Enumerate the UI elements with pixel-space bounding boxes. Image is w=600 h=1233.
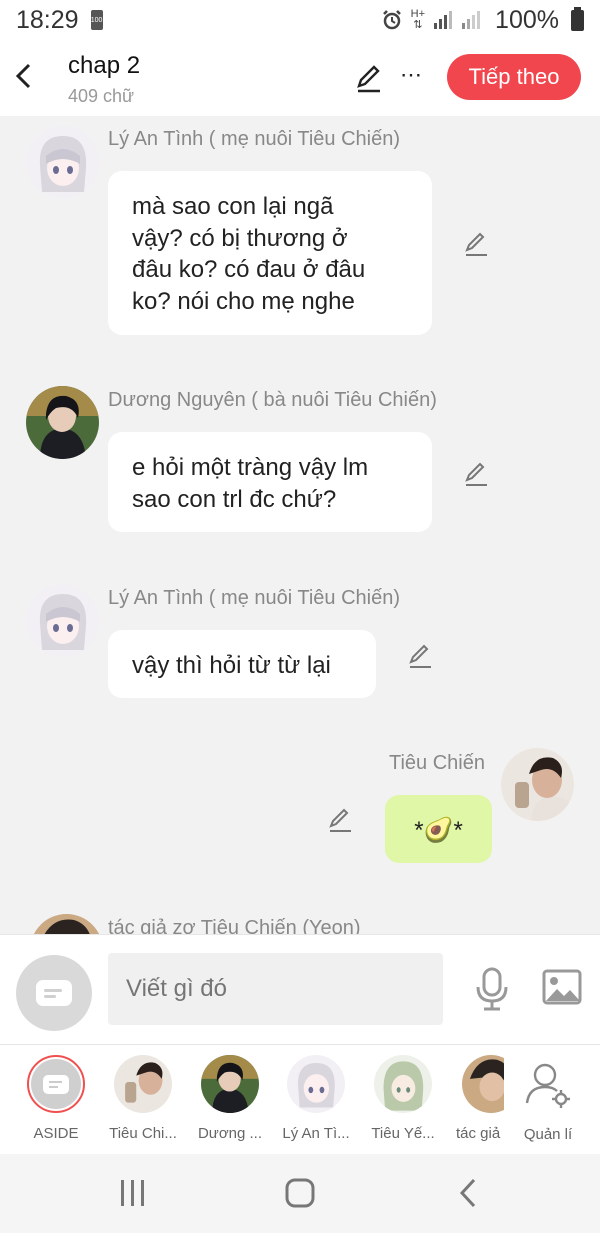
character-item[interactable]: Tiêu Chi... <box>103 1055 183 1142</box>
status-right: H+ ⇅ 100% <box>381 6 584 35</box>
pencil-icon <box>409 644 431 668</box>
word-count: 409 chữ <box>68 86 135 106</box>
pencil-icon <box>465 232 487 256</box>
recent-apps-button[interactable] <box>120 1178 146 1208</box>
message-line: vậy thì hỏi từ từ lại <box>132 652 331 679</box>
character-item[interactable]: Dương ... <box>190 1055 270 1142</box>
message-line: đâu ko? có đau ở đâu <box>132 256 366 283</box>
signal-icon <box>434 11 453 29</box>
character-label: Tiêu Yế... <box>371 1125 435 1142</box>
composer <box>0 934 600 1044</box>
message-input[interactable] <box>108 953 443 1025</box>
message-line: mà sao con lại ngã <box>132 193 334 220</box>
edit-message-button[interactable] <box>326 806 354 834</box>
avatar[interactable] <box>26 584 99 657</box>
recent-apps-icon <box>121 1180 144 1206</box>
man-photo-avatar-icon <box>501 748 574 821</box>
avatar[interactable] <box>26 386 99 459</box>
edit-message-button[interactable] <box>462 460 490 488</box>
anime-girl-avatar-icon <box>26 126 99 199</box>
message-bubble[interactable]: e hỏi một tràng vậy lm sao con trl đc ch… <box>108 432 432 532</box>
character-aside[interactable]: ASIDE <box>16 1055 96 1142</box>
alarm-icon <box>382 10 401 30</box>
home-button[interactable] <box>285 1178 315 1208</box>
message-bubble[interactable]: vậy thì hỏi từ từ lại <box>108 630 376 698</box>
message-bubble[interactable]: *🥑* <box>385 795 492 863</box>
message-line: e hỏi một tràng vậy lm <box>132 454 369 481</box>
message-author: Tiêu Chiến <box>389 752 485 774</box>
anime-girl-avatar-icon <box>287 1055 345 1113</box>
character-item[interactable]: Lý An Tì... <box>276 1055 356 1142</box>
character-label: Quản lí <box>523 1126 573 1143</box>
chapter-title[interactable]: chap 2 <box>68 52 140 80</box>
pencil-icon <box>465 462 487 486</box>
character-item[interactable]: tác giả <box>448 1055 504 1142</box>
network-type-icon: H+ ⇅ <box>410 8 426 31</box>
dark-hair-man-avatar-icon <box>201 1055 259 1113</box>
character-label: ASIDE <box>33 1125 79 1142</box>
character-label: Lý An Tì... <box>282 1125 350 1142</box>
man-photo-avatar-icon <box>462 1055 504 1113</box>
chat-area[interactable]: Lý An Tình ( mẹ nuôi Tiêu Chiến) mà sao … <box>0 116 600 934</box>
status-time: 18:29 <box>16 5 79 34</box>
message-author: Lý An Tình ( mẹ nuôi Tiêu Chiến) <box>108 128 401 150</box>
anime-girl-avatar-icon <box>26 584 99 657</box>
voice-button[interactable] <box>474 967 510 1011</box>
message-author: tác giả zơ Tiêu Chiến (Yeon) <box>108 917 361 934</box>
system-nav-bar <box>0 1154 600 1233</box>
back-button[interactable] <box>14 62 42 92</box>
character-bar: ASIDE Tiêu Chi... Dương ... Lý An Tì... … <box>0 1044 600 1154</box>
avatar <box>462 1055 504 1113</box>
dark-hair-man-avatar-icon <box>26 386 99 459</box>
message-line: sao con trl đc chứ? <box>132 485 337 513</box>
pencil-icon <box>329 808 351 832</box>
next-button[interactable]: Tiếp theo <box>447 54 581 100</box>
character-label: Dương ... <box>197 1125 263 1142</box>
chevron-left-icon <box>459 1178 476 1208</box>
image-button[interactable] <box>542 969 582 1005</box>
system-back-button[interactable] <box>458 1178 478 1208</box>
message-bubble[interactable]: mà sao con lại ngã vậy? có bị thương ở đ… <box>108 171 432 335</box>
chapter-header: chap 2 409 chữ ⋯ Tiếp theo <box>0 40 600 116</box>
manage-characters-button[interactable]: Quản lí <box>508 1055 588 1143</box>
edit-message-button[interactable] <box>406 642 434 670</box>
avatar[interactable] <box>501 748 574 821</box>
man-photo-avatar-icon <box>30 914 103 934</box>
avatar[interactable] <box>30 914 103 934</box>
avatar <box>287 1055 345 1113</box>
avatar[interactable] <box>26 126 99 199</box>
status-bar: 18:29 100 H+ ⇅ 100% <box>0 0 600 40</box>
message-author: Lý An Tình ( mẹ nuôi Tiêu Chiến) <box>108 587 401 609</box>
image-icon <box>542 969 582 1005</box>
character-item[interactable]: Tiêu Yế... <box>363 1055 443 1142</box>
character-label: tác giả <box>456 1125 501 1142</box>
man-photo-avatar-icon <box>114 1055 172 1113</box>
home-icon <box>285 1178 315 1208</box>
message-line: vậy? có bị thương ở <box>132 224 348 252</box>
avatar <box>114 1055 172 1113</box>
edit-message-button[interactable] <box>462 230 490 258</box>
message-line: ko? nói cho mẹ nghe <box>132 287 355 315</box>
user-settings-icon <box>525 1063 570 1108</box>
aside-icon <box>36 980 72 1006</box>
avatar <box>374 1055 432 1113</box>
edit-title-button[interactable] <box>354 64 384 94</box>
more-options-button[interactable]: ⋯ <box>400 62 428 92</box>
message-line: *🥑* <box>414 817 463 844</box>
character-label: Tiêu Chi... <box>109 1125 177 1142</box>
battery-icon <box>571 6 584 31</box>
chevron-left-icon <box>15 63 31 89</box>
aside-toggle-button[interactable] <box>16 955 92 1031</box>
message-author: Dương Nguyên ( bà nuôi Tiêu Chiến) <box>108 389 437 411</box>
pencil-icon <box>357 65 380 93</box>
aside-avatar <box>27 1055 85 1113</box>
battery-percent: 100% <box>495 5 559 34</box>
battery-saver-icon: 100 <box>90 10 103 30</box>
anime-girl-avatar-icon <box>374 1055 432 1113</box>
aside-icon <box>43 1074 69 1094</box>
avatar <box>201 1055 259 1113</box>
microphone-icon <box>476 967 508 1011</box>
signal-2-icon <box>462 11 481 29</box>
